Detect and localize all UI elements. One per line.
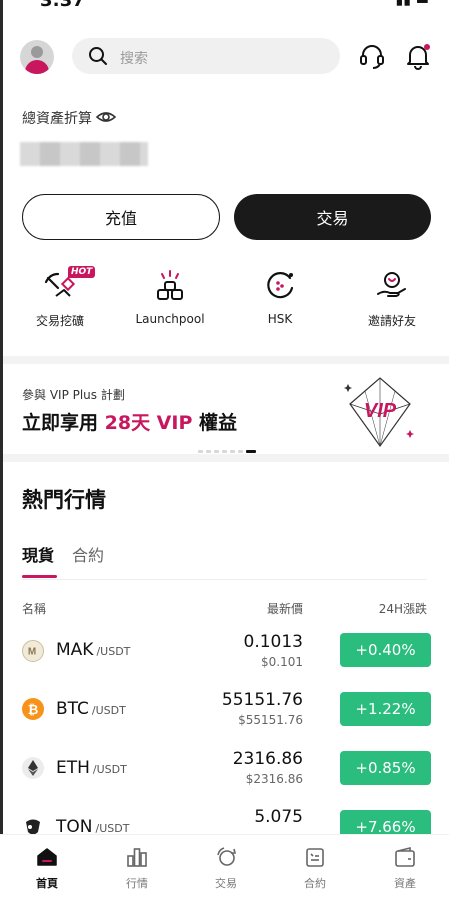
- hot-market-title: 熱門行情: [22, 488, 106, 512]
- nav-markets[interactable]: 行情: [102, 845, 172, 891]
- quick-link-invite-friends[interactable]: 邀請好友: [342, 262, 442, 329]
- market-row[interactable]: M MAK/USDT 0.1013 $0.101 +0.40%: [0, 630, 449, 686]
- tabs-divider: [22, 579, 427, 580]
- quick-link-launchpool[interactable]: Launchpool: [120, 262, 220, 326]
- coin-pair: /USDT: [91, 704, 126, 717]
- column-header-change: 24H漲跌: [378, 602, 427, 616]
- carousel-dot: [238, 450, 243, 453]
- active-tab-indicator: [22, 575, 57, 578]
- carousel-dot: [206, 450, 211, 453]
- trade-button[interactable]: 交易: [234, 194, 431, 240]
- search-placeholder: 搜索: [120, 51, 148, 67]
- futures-icon: [306, 848, 324, 867]
- banner-subtitle: 參與 VIP Plus 計劃: [22, 388, 125, 402]
- invite-friends-icon: [377, 272, 406, 297]
- search-input[interactable]: 搜索: [72, 38, 340, 74]
- hot-badge: HOT: [68, 266, 96, 278]
- svg-text:₿: ₿: [28, 702, 39, 717]
- vip-diamond-icon: VIP: [344, 377, 414, 448]
- last-price: 5.075: [254, 807, 303, 827]
- vip-graphic-text: VIP: [364, 400, 397, 422]
- section-divider: [3, 454, 449, 462]
- eye-icon[interactable]: [96, 108, 116, 126]
- fiat-price: $0.101: [261, 655, 303, 669]
- last-price: 2316.86: [232, 749, 303, 769]
- mak-coin-icon: M: [22, 640, 44, 662]
- change-badge[interactable]: +0.85%: [340, 751, 431, 785]
- coin-symbol: ETH/USDT: [56, 758, 127, 778]
- coin-pair: /USDT: [92, 763, 127, 776]
- btc-coin-icon: ₿: [22, 698, 44, 720]
- coin-pair: /USDT: [96, 645, 131, 658]
- quick-link-label: 交易挖礦: [35, 314, 84, 328]
- coin-symbol-text: MAK: [56, 640, 94, 660]
- tab-spot[interactable]: 現貨: [22, 542, 54, 566]
- carousel-dot: [230, 450, 235, 453]
- column-header-name: 名稱: [22, 602, 47, 616]
- carousel-dot: [198, 450, 203, 453]
- banner-title-suffix: 權益: [192, 412, 238, 434]
- coin-symbol: MAK/USDT: [56, 640, 130, 660]
- nav-label: 資產: [394, 877, 416, 890]
- nav-home[interactable]: 首頁: [12, 845, 82, 891]
- avatar-body-shape: [25, 60, 49, 74]
- tab-futures[interactable]: 合約: [72, 542, 104, 566]
- market-row[interactable]: ETH/USDT 2316.86 $2316.86 +0.85%: [0, 748, 449, 804]
- bottom-navigation: 首頁 行情 交易 合約 資產: [0, 834, 449, 915]
- launchpool-icon: [157, 270, 183, 300]
- quick-link-label: 邀請好友: [367, 314, 416, 328]
- quick-links: HOT 交易挖礦 Launchpool HSK 邀請好友: [0, 262, 449, 342]
- notification-bell-icon[interactable]: [404, 42, 432, 70]
- top-bar: 搜索: [0, 36, 449, 76]
- coin-symbol: BTC/USDT: [56, 699, 126, 719]
- carousel-dot: [222, 450, 227, 453]
- trade-icon: [217, 847, 237, 866]
- nav-label: 合約: [304, 877, 326, 890]
- quick-link-label: Launchpool: [135, 312, 205, 326]
- nav-label: 首頁: [36, 877, 58, 890]
- status-icons: ▮▮ ▬: [395, 0, 429, 8]
- banner-title: 立即享用 28天 VIP 權益: [22, 408, 237, 435]
- nav-futures[interactable]: 合約: [280, 845, 350, 891]
- deposit-button[interactable]: 充值: [22, 194, 220, 240]
- total-assets-value-hidden: [20, 142, 148, 166]
- nav-assets[interactable]: 資產: [370, 845, 440, 891]
- nav-trade[interactable]: 交易: [191, 845, 261, 891]
- quick-link-label: HSK: [267, 312, 293, 326]
- change-badge[interactable]: +1.22%: [340, 692, 431, 726]
- quick-link-hsk[interactable]: HSK: [230, 262, 330, 326]
- last-price: 55151.76: [221, 690, 303, 710]
- home-icon: [37, 848, 57, 866]
- change-badge[interactable]: +0.40%: [340, 633, 431, 667]
- total-assets-label: 總資產折算: [22, 111, 92, 127]
- carousel-dot-active: [246, 450, 256, 453]
- nav-label: 交易: [215, 877, 237, 890]
- avatar-head-shape: [31, 46, 43, 58]
- last-price: 0.1013: [243, 632, 303, 652]
- coin-symbol-text: BTC: [56, 699, 89, 719]
- status-bar: 3:37 ▮▮ ▬: [0, 0, 449, 10]
- customer-service-icon[interactable]: [358, 42, 386, 70]
- fiat-price: $55151.76: [238, 713, 303, 727]
- vip-promo-banner[interactable]: 參與 VIP Plus 計劃 立即享用 28天 VIP 權益 VIP: [0, 364, 449, 454]
- banner-title-highlight: 28天 VIP: [104, 412, 193, 434]
- carousel-dot: [214, 450, 219, 453]
- hsk-icon: [267, 272, 294, 299]
- quick-link-trade-mining[interactable]: HOT 交易挖礦: [10, 262, 110, 329]
- status-time: 3:37: [40, 0, 85, 10]
- svg-text:M: M: [28, 647, 36, 658]
- coin-symbol-text: ETH: [56, 758, 90, 778]
- nav-label: 行情: [126, 877, 148, 890]
- markets-icon: [127, 848, 147, 867]
- section-divider: [3, 356, 449, 364]
- market-tabs: 現貨 合約: [22, 542, 449, 580]
- eth-coin-icon: [22, 757, 44, 779]
- banner-title-prefix: 立即享用: [22, 412, 105, 434]
- column-header-price: 最新價: [266, 602, 303, 616]
- fiat-price: $2316.86: [245, 772, 303, 786]
- avatar[interactable]: [20, 40, 54, 74]
- search-icon: [89, 47, 107, 65]
- wallet-icon: [395, 846, 415, 867]
- market-row[interactable]: ₿ BTC/USDT 55151.76 $55151.76 +1.22%: [0, 689, 449, 745]
